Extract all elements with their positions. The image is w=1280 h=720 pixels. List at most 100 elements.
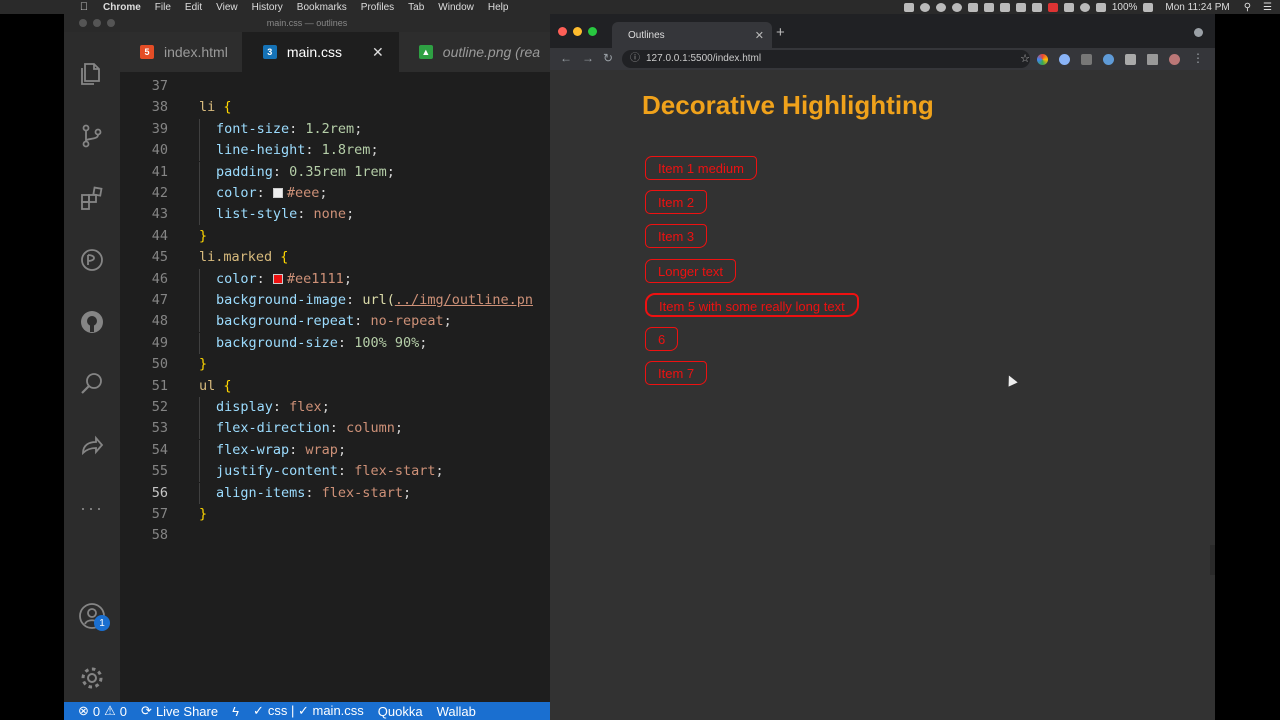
code-line[interactable]: 50} bbox=[120, 354, 550, 375]
pen-icon[interactable] bbox=[967, 2, 978, 12]
extension-k-icon[interactable] bbox=[1081, 54, 1092, 65]
close-tab-icon[interactable]: ✕ bbox=[372, 44, 384, 61]
zoom-window-button[interactable] bbox=[107, 19, 115, 27]
address-bar[interactable]: ⓘ 127.0.0.1:5500/index.html ☆ bbox=[622, 50, 1030, 68]
live-share-status[interactable]: ⟳ Live Share bbox=[141, 703, 218, 719]
battery-percent[interactable]: 100% bbox=[1112, 2, 1138, 13]
volume-icon[interactable] bbox=[1095, 2, 1106, 12]
code-line[interactable]: 55 justify-content: flex-start; bbox=[120, 461, 550, 483]
color-swatch[interactable] bbox=[272, 188, 283, 198]
code-line[interactable]: 44} bbox=[120, 226, 550, 247]
menu-file[interactable]: File bbox=[155, 2, 171, 13]
react-devtools-icon[interactable] bbox=[1059, 54, 1070, 65]
reload-icon[interactable]: ↻ bbox=[603, 51, 613, 65]
minimize-window-button[interactable] bbox=[93, 19, 101, 27]
code-line[interactable]: 41 padding: 0.35rem 1rem; bbox=[120, 161, 550, 183]
code-line[interactable]: 45 li.marked { bbox=[120, 247, 550, 268]
flag-icon[interactable] bbox=[1047, 2, 1058, 12]
profile-avatar[interactable] bbox=[1169, 54, 1180, 65]
new-tab-icon[interactable]: + bbox=[776, 24, 785, 41]
dropbox-icon[interactable] bbox=[999, 2, 1010, 12]
bookmark-star-icon[interactable]: ☆ bbox=[1020, 50, 1030, 68]
code-editor[interactable]: 37 38 li {39 font-size: 1.2rem; 40 line-heigh… bbox=[120, 72, 550, 702]
mail-icon[interactable] bbox=[983, 2, 994, 12]
sync-icon[interactable] bbox=[935, 2, 946, 12]
browser-tab[interactable]: Outlines ✕ bbox=[612, 22, 772, 48]
menu-edit[interactable]: Edit bbox=[185, 2, 202, 13]
tab-outline-png[interactable]: ▲ outline.png (rea bbox=[398, 32, 550, 72]
tab-index-html[interactable]: 5 index.html bbox=[120, 32, 243, 72]
code-line[interactable]: 53 flex-direction: column; bbox=[120, 418, 550, 440]
explorer-icon[interactable] bbox=[76, 58, 108, 90]
menu-window[interactable]: Window bbox=[438, 2, 474, 13]
menubar-clock[interactable]: Mon 11:24 PM bbox=[1165, 2, 1229, 13]
code-line[interactable]: 56 align-items: flex-start; bbox=[120, 482, 550, 504]
tab-main-css[interactable]: 3 main.css ✕ bbox=[242, 32, 399, 72]
menu-profiles[interactable]: Profiles bbox=[361, 2, 394, 13]
menu-app-name[interactable]: Chrome bbox=[103, 2, 141, 13]
menu-bookmarks[interactable]: Bookmarks bbox=[297, 2, 347, 13]
branch-icon[interactable]: ϟ bbox=[232, 704, 239, 719]
airplay-icon[interactable] bbox=[1063, 2, 1074, 12]
chrome-menu-icon[interactable]: ⋮ bbox=[1192, 51, 1204, 65]
close-window-button[interactable] bbox=[558, 27, 567, 36]
code-line[interactable]: 38 li { bbox=[120, 97, 550, 118]
code-line[interactable]: 58 bbox=[120, 525, 550, 546]
control-center-icon[interactable]: ☰ bbox=[1263, 2, 1272, 13]
apple-icon[interactable]:  bbox=[77, 1, 91, 13]
code-line[interactable]: 47 background-image: url(../img/outline.p… bbox=[120, 290, 550, 311]
wifi-icon[interactable] bbox=[1079, 2, 1090, 12]
spotlight-icon[interactable]: ⚲ bbox=[1244, 2, 1251, 13]
source-control-icon[interactable] bbox=[76, 120, 108, 152]
page-scrollbar[interactable] bbox=[1210, 545, 1215, 575]
code-line[interactable]: 57} bbox=[120, 504, 550, 525]
forward-icon[interactable]: → bbox=[582, 51, 594, 65]
search-icon[interactable] bbox=[76, 368, 108, 400]
code-line[interactable]: 42 color: #eee; bbox=[120, 183, 550, 204]
more-icon[interactable]: ··· bbox=[76, 492, 108, 524]
code-line[interactable]: 46 color: #ee1111; bbox=[120, 268, 550, 290]
live-share-icon[interactable] bbox=[76, 430, 108, 462]
language-status[interactable]: ✓ css | ✓ main.css bbox=[253, 703, 364, 719]
code-line[interactable]: 43 list-style: none; bbox=[120, 204, 550, 226]
code-line[interactable]: 39 font-size: 1.2rem; bbox=[120, 118, 550, 140]
minimize-window-button[interactable] bbox=[573, 27, 582, 36]
extensions-icon[interactable] bbox=[76, 182, 108, 214]
back-icon[interactable]: ← bbox=[560, 51, 572, 65]
tab-search-icon[interactable] bbox=[1194, 28, 1203, 37]
close-window-button[interactable] bbox=[79, 19, 87, 27]
settings-gear-icon[interactable] bbox=[76, 662, 108, 694]
code-token: color bbox=[216, 270, 257, 287]
battery-icon[interactable] bbox=[1143, 2, 1154, 12]
screen-icon[interactable] bbox=[903, 2, 914, 12]
code-line[interactable]: 52 display: flex; bbox=[120, 397, 550, 418]
location-icon[interactable] bbox=[951, 2, 962, 12]
code-line[interactable]: 40 line-height: 1.8rem; bbox=[120, 140, 550, 162]
code-token: ; bbox=[419, 334, 428, 351]
github-icon[interactable] bbox=[76, 306, 108, 338]
site-info-icon[interactable]: ⓘ bbox=[630, 50, 640, 68]
menu-view[interactable]: View bbox=[216, 2, 238, 13]
menu-history[interactable]: History bbox=[252, 2, 283, 13]
run-debug-icon[interactable] bbox=[76, 244, 108, 276]
menu-help[interactable]: Help bbox=[488, 2, 509, 13]
wallaby-status[interactable]: Wallab bbox=[437, 704, 476, 719]
code-line[interactable]: 54 flex-wrap: wrap; bbox=[120, 439, 550, 461]
code-line[interactable]: 48 background-repeat: no-repeat; bbox=[120, 311, 550, 333]
bluetooth-icon[interactable] bbox=[1031, 2, 1042, 12]
color-swatch[interactable] bbox=[272, 273, 283, 284]
code-line[interactable]: 37 bbox=[120, 76, 550, 97]
zoom-window-button[interactable] bbox=[588, 27, 597, 36]
code-line[interactable]: 51 ul { bbox=[120, 376, 550, 397]
reading-list-icon[interactable] bbox=[1147, 54, 1158, 65]
display-icon[interactable] bbox=[1015, 2, 1026, 12]
color-picker-extension-icon[interactable] bbox=[1037, 54, 1048, 65]
close-tab-icon[interactable]: ✕ bbox=[755, 29, 764, 42]
menu-tab[interactable]: Tab bbox=[408, 2, 424, 13]
code-line[interactable]: 49 background-size: 100% 90%; bbox=[120, 332, 550, 354]
extension-circle-icon[interactable] bbox=[1103, 54, 1114, 65]
quokka-status[interactable]: Quokka bbox=[378, 704, 423, 719]
extensions-puzzle-icon[interactable] bbox=[1125, 54, 1136, 65]
cloud-icon[interactable] bbox=[919, 2, 930, 12]
problems-indicator[interactable]: ⊗ 0 ⚠ 0 bbox=[78, 703, 127, 719]
